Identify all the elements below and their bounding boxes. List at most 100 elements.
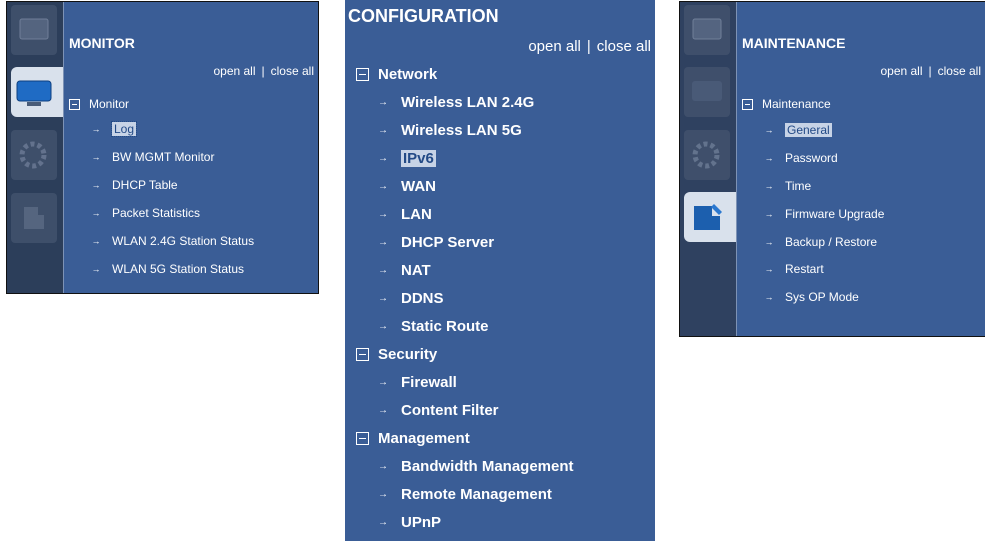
arrow-icon: → (378, 321, 388, 332)
arrow-icon: → (378, 377, 388, 388)
menu-item-label: DHCP Server (401, 234, 495, 251)
open-all-link[interactable]: open all (880, 64, 922, 78)
maintenance-tab-icon[interactable] (684, 192, 736, 242)
collapse-icon[interactable] (742, 98, 753, 110)
menu-item-label: Bandwidth Management (401, 458, 574, 475)
menu-item-lan[interactable]: → LAN (377, 206, 432, 223)
configuration-tab-icon[interactable] (11, 130, 57, 180)
close-all-link[interactable]: close all (271, 64, 314, 78)
menu-item-packet-statistics[interactable]: → Packet Statistics (90, 206, 201, 220)
panel-title: MAINTENANCE (742, 35, 846, 51)
menu-item-ddns[interactable]: → DDNS (377, 290, 444, 307)
status-tab-icon[interactable] (11, 5, 57, 55)
group-management[interactable]: Management (356, 430, 470, 447)
menu-item-label: DDNS (401, 290, 444, 307)
menu-item-label: Wireless LAN 5G (401, 122, 522, 139)
configuration-tab-icon[interactable] (684, 130, 730, 180)
menu-item-label: General (785, 123, 832, 137)
arrow-icon: → (378, 209, 388, 220)
arrow-icon: → (91, 264, 101, 274)
collapse-icon[interactable] (356, 432, 369, 445)
menu-item-backup-restore[interactable]: → Backup / Restore (763, 235, 878, 249)
arrow-icon: → (764, 125, 774, 135)
group-label: Network (378, 66, 438, 83)
menu-item-wan[interactable]: → WAN (377, 178, 436, 195)
menu-item-log[interactable]: → Log (90, 121, 138, 137)
collapse-icon[interactable] (356, 348, 369, 361)
close-all-link[interactable]: close all (938, 64, 981, 78)
arrow-icon: → (378, 461, 388, 472)
menu-item-content-filter[interactable]: → Content Filter (377, 402, 499, 419)
panel-title: CONFIGURATION (348, 6, 499, 26)
monitor-tab-icon[interactable] (11, 67, 63, 117)
arrow-icon: → (378, 97, 388, 108)
group-label: Monitor (89, 97, 130, 111)
arrow-icon: → (378, 293, 388, 304)
open-all-link[interactable]: open all (213, 64, 255, 78)
open-all-link[interactable]: open all (528, 38, 581, 55)
link-separator: | (586, 38, 591, 55)
maintenance-menu-area: MAINTENANCE open all | close all Maintenan… (736, 2, 985, 336)
arrow-icon: → (91, 180, 101, 190)
configuration-menu-area: CONFIGURATION open all | close all Network… (345, 0, 655, 541)
collapse-icon[interactable] (69, 98, 80, 110)
menu-item-firmware-upgrade[interactable]: → Firmware Upgrade (763, 207, 885, 221)
group-security[interactable]: Security (356, 346, 437, 363)
menu-item-wireless-lan-24g[interactable]: → Wireless LAN 2.4G (377, 94, 534, 111)
menu-item-wireless-lan-5g[interactable]: → Wireless LAN 5G (377, 122, 522, 139)
group-network[interactable]: Network (356, 66, 437, 83)
arrow-icon: → (91, 236, 101, 246)
group-monitor[interactable]: Monitor (69, 97, 129, 111)
arrow-icon: → (764, 237, 774, 247)
group-label: Security (378, 346, 438, 363)
open-close-links: open all | close all (880, 64, 981, 78)
arrow-icon: → (378, 517, 388, 528)
menu-item-wlan-24g-station-status[interactable]: → WLAN 2.4G Station Status (90, 234, 255, 248)
menu-item-static-route[interactable]: → Static Route (377, 318, 489, 335)
menu-item-dhcp-server[interactable]: → DHCP Server (377, 234, 494, 251)
menu-item-password[interactable]: → Password (763, 151, 838, 165)
menu-item-firewall[interactable]: → Firewall (377, 374, 457, 391)
menu-item-bw-mgmt-monitor[interactable]: → BW MGMT Monitor (90, 150, 215, 164)
link-separator: | (261, 64, 265, 78)
maintenance-tab-icon[interactable] (11, 193, 57, 243)
menu-item-time[interactable]: → Time (763, 179, 812, 193)
menu-item-label: BW MGMT Monitor (112, 150, 215, 164)
close-all-link[interactable]: close all (597, 38, 651, 55)
menu-item-sys-op-mode[interactable]: → Sys OP Mode (763, 290, 859, 304)
monitor-menu-area: MONITOR open all | close all Monitor → Log … (63, 2, 318, 293)
menu-item-label: Remote Management (401, 486, 552, 503)
menu-item-label: UPnP (401, 514, 442, 531)
menu-item-label: LAN (401, 206, 432, 223)
monitor-tab-icon[interactable] (684, 67, 730, 117)
arrow-icon: → (378, 237, 388, 248)
menu-item-label: Log (110, 121, 138, 137)
arrow-icon: → (378, 181, 388, 192)
menu-item-nat[interactable]: → NAT (377, 262, 431, 279)
arrow-icon: → (378, 489, 388, 500)
menu-item-remote-management[interactable]: → Remote Management (377, 486, 552, 503)
maintenance-side-rail (680, 2, 736, 336)
menu-item-label: Sys OP Mode (785, 290, 859, 304)
menu-item-general[interactable]: → General (763, 123, 832, 137)
menu-item-dhcp-table[interactable]: → DHCP Table (90, 178, 178, 192)
menu-item-wlan-5g-station-status[interactable]: → WLAN 5G Station Status (90, 262, 245, 276)
menu-item-label: Packet Statistics (112, 206, 201, 220)
menu-item-label: Backup / Restore (785, 235, 878, 249)
menu-item-restart[interactable]: → Restart (763, 262, 824, 276)
arrow-icon: → (764, 181, 774, 191)
group-maintenance[interactable]: Maintenance (742, 97, 831, 111)
group-label: Maintenance (762, 97, 831, 111)
menu-item-label: NAT (401, 262, 431, 279)
collapse-icon[interactable] (356, 68, 369, 81)
menu-item-bandwidth-management[interactable]: → Bandwidth Management (377, 458, 574, 475)
group-label: Management (378, 430, 470, 447)
menu-item-upnp[interactable]: → UPnP (377, 514, 441, 531)
status-tab-icon[interactable] (684, 5, 730, 55)
menu-item-ipv6[interactable]: → IPv6 (377, 150, 436, 167)
monitor-side-rail (7, 2, 63, 293)
arrow-icon: → (764, 153, 774, 163)
arrow-icon: → (91, 152, 101, 162)
arrow-icon: → (378, 405, 388, 416)
menu-item-label: Firmware Upgrade (785, 207, 885, 221)
